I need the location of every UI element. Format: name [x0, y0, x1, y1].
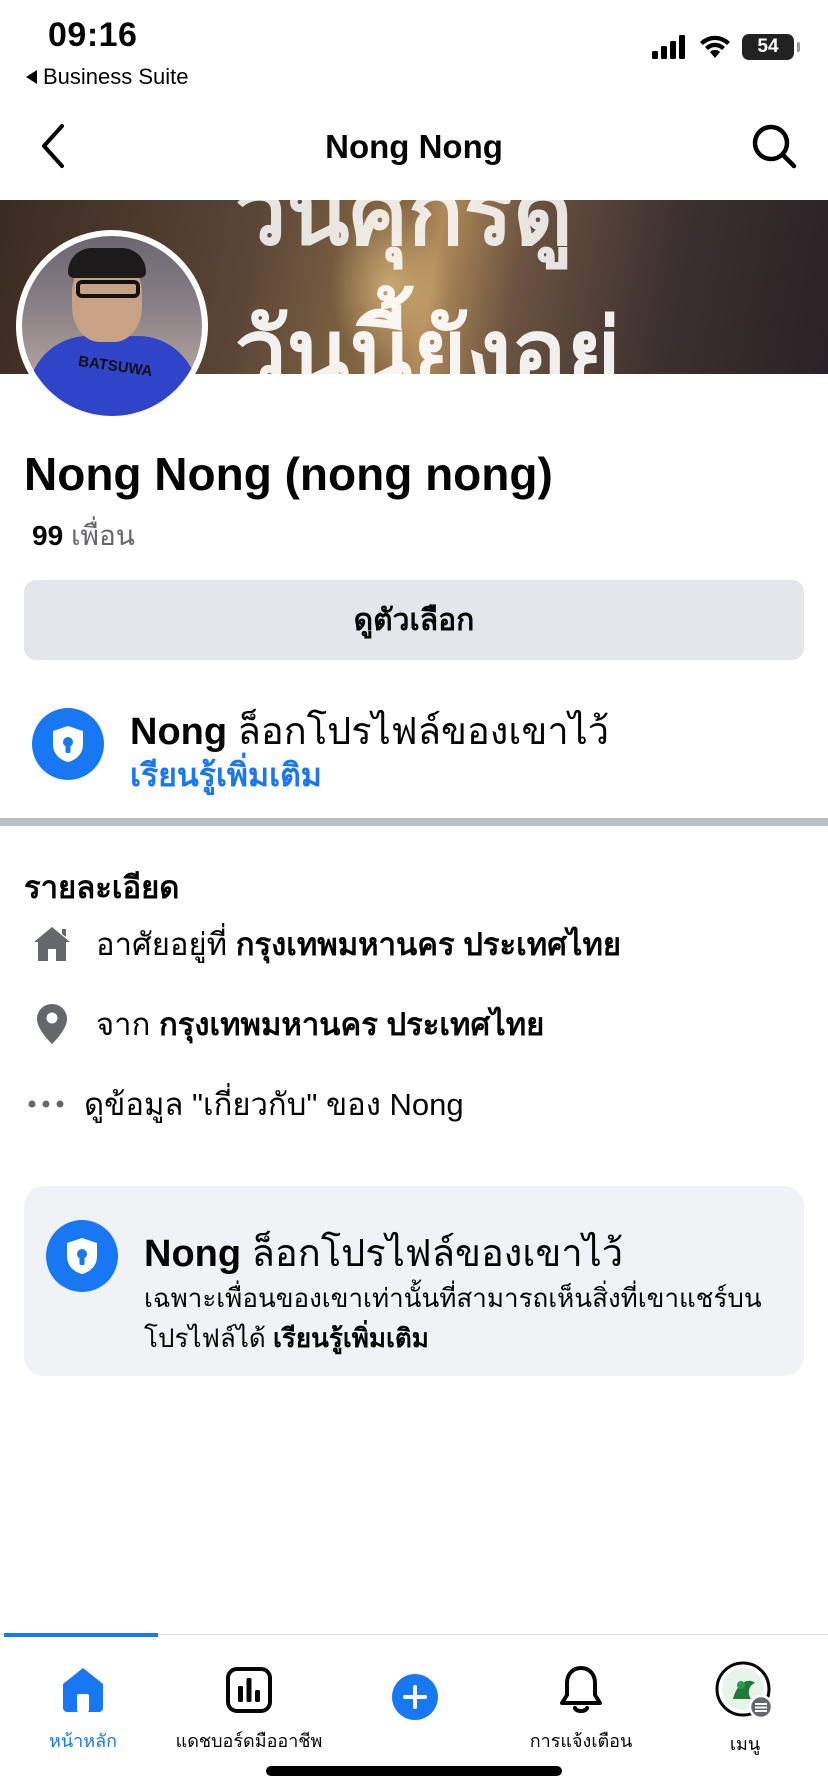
from-city: กรุงเทพมหานคร ประเทศไทย	[158, 1007, 545, 1042]
tab-menu[interactable]: เมนู	[662, 1645, 828, 1755]
avatar-shirt	[28, 336, 198, 416]
avatar-photo: BATSUWA	[22, 236, 202, 416]
avatar-hair	[68, 248, 146, 278]
tab-professional-dashboard[interactable]: แดชบอร์ดมืออาชีพ	[166, 1645, 332, 1755]
learn-more-link[interactable]: เรียนรู้เพิ่มเติม	[130, 750, 322, 801]
bell-icon	[551, 1661, 611, 1718]
status-time: 09:16	[48, 16, 138, 54]
cover-text: วันนี้ยังอยู่	[235, 299, 621, 374]
tab-notifications[interactable]: การแจ้งเตือน	[498, 1645, 664, 1755]
active-tab-indicator	[4, 1633, 158, 1637]
location-pin-icon	[28, 1000, 76, 1048]
avatar-glasses	[76, 280, 140, 298]
card-description-text: เฉพาะเพื่อนของเขาเท่านั้นที่สามารถเห็นสิ…	[144, 1283, 762, 1353]
wifi-icon	[700, 35, 730, 58]
detail-lives-in: อาศัยอยู่ที่ กรุงเทพมหานคร ประเทศไทย	[28, 920, 621, 968]
tab-notifications-label: การแจ้งเตือน	[529, 1731, 633, 1751]
profile-name: Nong Nong (nong nong)	[24, 448, 553, 500]
card-title-message: ล็อกโปรไฟล์ของเขาไว้	[251, 1233, 624, 1275]
home-icon	[28, 920, 76, 968]
back-to-app-link[interactable]: Business Suite	[26, 64, 189, 90]
status-icons: 54	[652, 34, 800, 60]
about-link-text: ดูข้อมูล "เกี่ยวกับ" ของ Nong	[84, 1087, 464, 1122]
card-description: เฉพาะเพื่อนของเขาเท่านั้นที่สามารถเห็นสิ…	[144, 1278, 764, 1358]
from-prefix: จาก	[96, 1007, 151, 1042]
battery-indicator: 54	[742, 34, 800, 60]
friends-number: 99	[32, 520, 64, 551]
see-about-info-link[interactable]: ดูข้อมูล "เกี่ยวกับ" ของ Nong	[22, 1080, 464, 1128]
profile-avatar[interactable]: BATSUWA	[16, 230, 208, 422]
more-dots-icon	[22, 1080, 70, 1128]
section-divider	[0, 818, 828, 826]
shield-lock-icon	[46, 1220, 118, 1292]
profile-header: Nong Nong	[0, 96, 828, 200]
search-button[interactable]	[746, 118, 802, 174]
tab-menu-label: เมนู	[729, 1734, 761, 1754]
plus-icon	[385, 1667, 445, 1727]
lock-notice-name: Nong	[130, 711, 228, 753]
tab-dashboard-label: แดชบอร์ดมืออาชีพ	[175, 1731, 323, 1751]
home-indicator	[266, 1766, 562, 1776]
view-options-button[interactable]: ดูตัวเลือก	[24, 580, 804, 660]
details-heading: รายละเอียด	[24, 870, 180, 905]
dashboard-icon	[219, 1661, 279, 1718]
lock-notice-message: ล็อกโปรไฟล์ของเขาไว้	[237, 711, 610, 753]
home-icon	[53, 1661, 113, 1718]
lives-prefix: อาศัยอยู่ที่	[96, 927, 228, 962]
tab-home-label: หน้าหลัก	[48, 1731, 118, 1751]
tab-create[interactable]	[332, 1645, 498, 1755]
friends-count[interactable]: 99 เพื่อน	[32, 514, 135, 558]
back-app-label: Business Suite	[43, 64, 189, 89]
cover-text-top: วันศุกร์ดู	[235, 200, 573, 266]
card-learn-more-link[interactable]: เรียนรู้เพิ่มเติม	[273, 1323, 429, 1353]
back-triangle-icon	[26, 70, 37, 84]
card-title: Nong ล็อกโปรไฟล์ของเขาไว้	[144, 1222, 623, 1283]
shield-lock-icon	[32, 708, 104, 780]
search-icon	[752, 124, 797, 169]
tab-home[interactable]: หน้าหลัก	[0, 1645, 166, 1755]
status-bar: 09:16 Business Suite 54	[0, 0, 828, 96]
lives-city: กรุงเทพมหานคร ประเทศไทย	[235, 927, 622, 962]
card-title-name: Nong	[144, 1233, 242, 1275]
friends-label: เพื่อน	[70, 520, 135, 551]
detail-from: จาก กรุงเทพมหานคร ประเทศไทย	[28, 1000, 544, 1048]
cellular-signal-icon	[652, 35, 685, 59]
locked-profile-card: Nong ล็อกโปรไฟล์ของเขาไว้ เฉพาะเพื่อนของ…	[24, 1186, 804, 1376]
menu-avatar-icon	[715, 1661, 775, 1721]
page-title: Nong Nong	[325, 128, 503, 165]
profile-lock-notice: Nong ล็อกโปรไฟล์ของเขาไว้ เรียนรู้เพิ่มเ…	[30, 700, 810, 793]
